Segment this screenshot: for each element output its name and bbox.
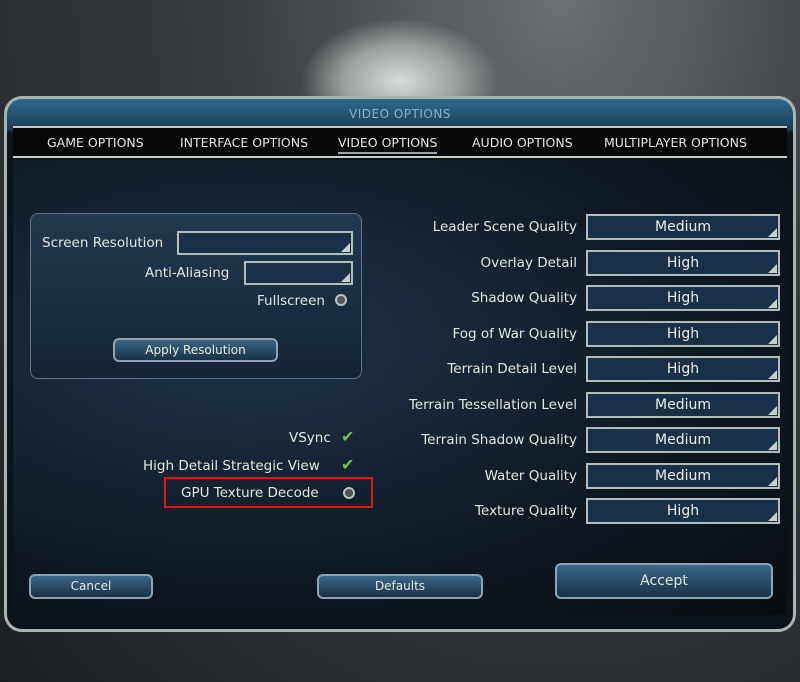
tab-bar: GAME OPTIONS INTERFACE OPTIONS VIDEO OPT… xyxy=(13,126,787,158)
setting-value: Medium xyxy=(655,432,711,448)
tab-audio-options[interactable]: AUDIO OPTIONS xyxy=(472,135,573,150)
high-detail-strategic-view-checkbox-checked-icon[interactable]: ✔ xyxy=(341,455,354,474)
screen-resolution-dropdown[interactable] xyxy=(177,231,353,255)
setting-dropdown[interactable]: High xyxy=(586,320,780,347)
emblem-logo xyxy=(300,18,500,108)
setting-label: Terrain Detail Level xyxy=(447,361,577,377)
fullscreen-label: Fullscreen xyxy=(257,293,325,309)
setting-dropdown[interactable]: Medium xyxy=(586,391,780,418)
setting-dropdown[interactable]: Medium xyxy=(586,214,780,240)
tab-multiplayer-options[interactable]: MULTIPLAYER OPTIONS xyxy=(604,135,747,150)
tab-game-options[interactable]: GAME OPTIONS xyxy=(47,135,144,150)
anti-aliasing-label: Anti-Aliasing xyxy=(145,265,230,281)
setting-dropdown[interactable]: Medium xyxy=(586,427,780,453)
setting-value: Medium xyxy=(655,396,711,413)
tab-video-options[interactable]: VIDEO OPTIONS xyxy=(338,135,438,154)
setting-value: High xyxy=(666,254,700,271)
setting-label: Leader Scene Quality xyxy=(432,219,577,235)
apply-resolution-button[interactable]: Apply Resolution xyxy=(113,338,278,362)
fullscreen-checkbox[interactable] xyxy=(335,294,347,306)
screen-resolution-label: Screen Resolution xyxy=(42,235,164,251)
high-detail-strategic-view-label: High Detail Strategic View xyxy=(143,458,320,474)
setting-value: High xyxy=(666,290,700,306)
highlight-box xyxy=(164,477,373,508)
setting-label: Texture Quality xyxy=(475,503,577,519)
setting-value: Medium xyxy=(655,219,711,235)
vsync-label: VSync xyxy=(289,430,331,446)
setting-dropdown[interactable]: High xyxy=(586,285,780,311)
setting-label: Fog of War Quality xyxy=(452,325,577,342)
setting-value: High xyxy=(666,503,700,519)
setting-value: High xyxy=(666,325,700,342)
defaults-button[interactable]: Defaults xyxy=(317,574,483,599)
tab-interface-options[interactable]: INTERFACE OPTIONS xyxy=(180,135,308,150)
setting-value: High xyxy=(666,361,700,377)
setting-label: Terrain Tessellation Level xyxy=(408,396,577,413)
setting-dropdown[interactable]: Medium xyxy=(586,462,780,489)
setting-label: Shadow Quality xyxy=(471,290,577,306)
accept-button[interactable]: Accept xyxy=(555,563,773,599)
setting-label: Overlay Detail xyxy=(480,254,577,271)
cancel-button[interactable]: Cancel xyxy=(29,574,153,599)
setting-value: Medium xyxy=(655,467,711,484)
vsync-checkbox-checked-icon[interactable]: ✔ xyxy=(341,427,354,446)
setting-label: Terrain Shadow Quality xyxy=(421,432,577,448)
dialog-title: VIDEO OPTIONS xyxy=(349,107,451,121)
setting-label: Water Quality xyxy=(484,467,577,484)
anti-aliasing-dropdown[interactable] xyxy=(244,261,353,285)
setting-dropdown[interactable]: High xyxy=(586,498,780,524)
setting-dropdown[interactable]: High xyxy=(586,249,780,276)
setting-dropdown[interactable]: High xyxy=(586,356,780,382)
